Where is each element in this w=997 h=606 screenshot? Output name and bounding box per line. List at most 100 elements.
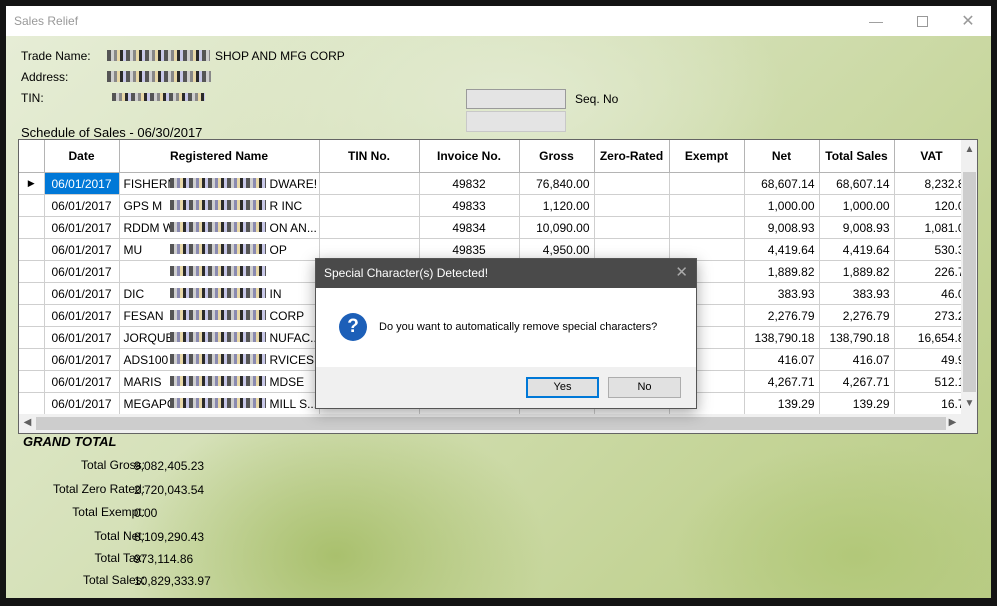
cell-vat[interactable]: 16,654.8 [894, 326, 970, 349]
cell-tin[interactable] [319, 194, 420, 217]
cell-name[interactable]: GPS M R INC [119, 194, 320, 217]
col-header-date[interactable]: Date [44, 140, 120, 173]
cell-net[interactable]: 4,419.64 [744, 238, 820, 261]
col-header-invoice[interactable]: Invoice No. [419, 140, 520, 173]
cell-total-sales[interactable]: 416.07 [819, 348, 895, 371]
table-row[interactable]: 06/01/2017 GPS M R INC 49833 1,120.00 1,000.0… [19, 194, 970, 217]
cell-total-sales[interactable]: 139.29 [819, 392, 895, 415]
cell-total-sales[interactable]: 4,419.64 [819, 238, 895, 261]
col-header-zero-rated[interactable]: Zero-Rated [594, 140, 670, 173]
cell-exempt[interactable] [669, 172, 745, 195]
cell-name[interactable]: RDDM W ON AN... [119, 216, 320, 239]
cell-vat[interactable]: 49.9 [894, 348, 970, 371]
cell-vat[interactable]: 8,232.8 [894, 172, 970, 195]
col-header-net[interactable]: Net [744, 140, 820, 173]
cell-invoice[interactable]: 49834 [419, 216, 520, 239]
maximize-button[interactable] [899, 6, 945, 36]
cell-total-sales[interactable]: 383.93 [819, 282, 895, 305]
row-header[interactable] [19, 282, 45, 305]
cell-total-sales[interactable]: 4,267.71 [819, 370, 895, 393]
cell-total-sales[interactable]: 138,790.18 [819, 326, 895, 349]
cell-zero-rated[interactable] [594, 172, 670, 195]
cell-tin[interactable] [319, 172, 420, 195]
close-button[interactable]: ✕ [945, 6, 991, 36]
cell-vat[interactable]: 273.2 [894, 304, 970, 327]
cell-net[interactable]: 416.07 [744, 348, 820, 371]
cell-net[interactable]: 4,267.71 [744, 370, 820, 393]
cell-gross[interactable]: 10,090.00 [519, 216, 595, 239]
cell-invoice[interactable]: 49833 [419, 194, 520, 217]
cell-vat[interactable]: 46.0 [894, 282, 970, 305]
cell-date[interactable]: 06/01/2017 [44, 392, 120, 415]
cell-exempt[interactable] [669, 194, 745, 217]
vertical-scrollbar[interactable]: ▲ ▼ [961, 140, 977, 414]
table-row[interactable]: 06/01/2017 RDDM W ON AN... 49834 10,090.00 9,… [19, 216, 970, 239]
no-button[interactable]: No [608, 377, 681, 398]
cell-total-sales[interactable]: 9,008.93 [819, 216, 895, 239]
cell-net[interactable]: 9,008.93 [744, 216, 820, 239]
cell-total-sales[interactable]: 1,000.00 [819, 194, 895, 217]
seq-no-input[interactable] [466, 89, 566, 109]
cell-vat[interactable]: 512.1 [894, 370, 970, 393]
cell-vat[interactable]: 530.3 [894, 238, 970, 261]
col-header-tin[interactable]: TIN No. [319, 140, 420, 173]
cell-total-sales[interactable]: 2,276.79 [819, 304, 895, 327]
row-header[interactable] [19, 348, 45, 371]
col-header-registered-name[interactable]: Registered Name [119, 140, 320, 173]
cell-net[interactable]: 139.29 [744, 392, 820, 415]
cell-date[interactable]: 06/01/2017 [44, 238, 120, 261]
row-header[interactable] [19, 392, 45, 415]
scroll-up-icon[interactable]: ▲ [961, 144, 977, 155]
cell-exempt[interactable] [669, 216, 745, 239]
cell-name[interactable]: FESAN CORP [119, 304, 320, 327]
vertical-scroll-thumb[interactable] [963, 172, 976, 392]
cell-total-sales[interactable]: 68,607.14 [819, 172, 895, 195]
cell-gross[interactable]: 1,120.00 [519, 194, 595, 217]
cell-net[interactable]: 383.93 [744, 282, 820, 305]
cell-date[interactable]: 06/01/2017 [44, 260, 120, 283]
row-header[interactable] [19, 260, 45, 283]
row-header[interactable] [19, 370, 45, 393]
cell-date[interactable]: 06/01/2017 [44, 304, 120, 327]
cell-tin[interactable] [319, 216, 420, 239]
row-header[interactable] [19, 238, 45, 261]
table-row[interactable]: ▶ 06/01/2017 FISHERM DWARE! 49832 76,840.00 68… [19, 172, 970, 195]
cell-net[interactable]: 138,790.18 [744, 326, 820, 349]
cell-date[interactable]: 06/01/2017 [44, 370, 120, 393]
cell-date[interactable]: 06/01/2017 [44, 216, 120, 239]
cell-vat[interactable]: 1,081.0 [894, 216, 970, 239]
cell-name[interactable]: FISHERM DWARE! [119, 172, 320, 195]
horizontal-scroll-thumb[interactable] [36, 417, 946, 430]
horizontal-scrollbar[interactable]: ◀ ▶ [19, 414, 961, 433]
cell-net[interactable]: 1,889.82 [744, 260, 820, 283]
cell-date[interactable]: 06/01/2017 [44, 282, 120, 305]
cell-date[interactable]: 06/01/2017 [44, 194, 120, 217]
cell-name[interactable]: MARIS MDSE [119, 370, 320, 393]
secondary-input[interactable] [466, 111, 566, 132]
col-header-vat[interactable]: VAT [894, 140, 970, 173]
yes-button[interactable]: Yes [526, 377, 599, 398]
cell-gross[interactable]: 76,840.00 [519, 172, 595, 195]
cell-vat[interactable]: 120.0 [894, 194, 970, 217]
scroll-right-icon[interactable]: ▶ [944, 417, 961, 428]
cell-total-sales[interactable]: 1,889.82 [819, 260, 895, 283]
row-header[interactable] [19, 216, 45, 239]
cell-date[interactable]: 06/01/2017 [44, 172, 120, 195]
cell-net[interactable]: 2,276.79 [744, 304, 820, 327]
row-header[interactable]: ▶ [19, 172, 45, 195]
row-header[interactable] [19, 304, 45, 327]
cell-zero-rated[interactable] [594, 216, 670, 239]
cell-net[interactable]: 1,000.00 [744, 194, 820, 217]
cell-name[interactable]: JORQUE NUFAC... [119, 326, 320, 349]
cell-zero-rated[interactable] [594, 194, 670, 217]
cell-name[interactable]: MEGAPO MILL S... [119, 392, 320, 415]
row-header[interactable] [19, 326, 45, 349]
row-header[interactable] [19, 194, 45, 217]
cell-name[interactable] [119, 260, 320, 283]
cell-name[interactable]: ADS100 RVICES [119, 348, 320, 371]
cell-vat[interactable]: 16.7 [894, 392, 970, 415]
col-header-total-sales[interactable]: Total Sales [819, 140, 895, 173]
cell-date[interactable]: 06/01/2017 [44, 348, 120, 371]
col-header-exempt[interactable]: Exempt [669, 140, 745, 173]
cell-net[interactable]: 68,607.14 [744, 172, 820, 195]
